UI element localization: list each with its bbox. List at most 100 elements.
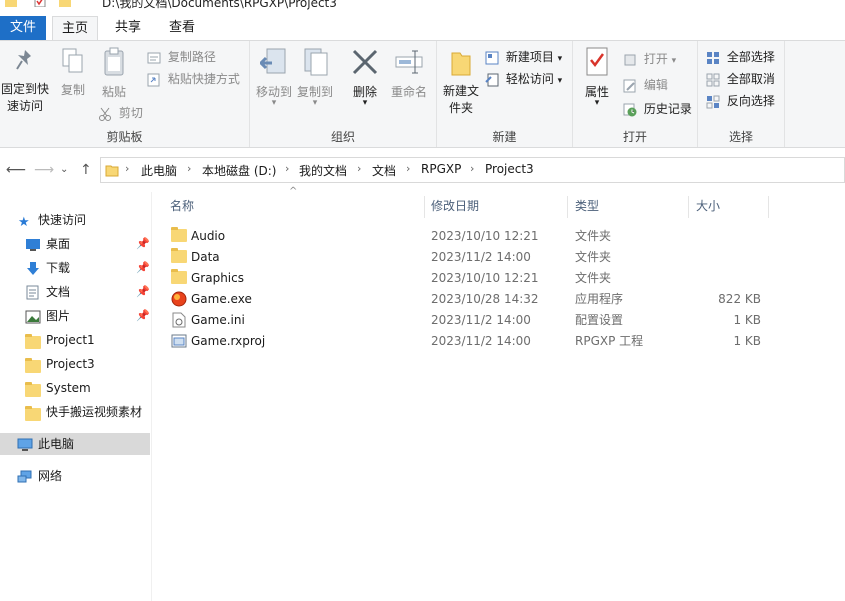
edit-button[interactable]: 编辑 bbox=[623, 75, 668, 95]
file-row[interactable]: Audio 2023/10/10 12:21 文件夹 bbox=[164, 226, 774, 247]
breadcrumb-documents[interactable]: 文档 bbox=[372, 162, 396, 179]
tab-file[interactable]: 文件 bbox=[0, 16, 46, 40]
breadcrumb-separator[interactable]: › bbox=[187, 162, 191, 175]
column-divider[interactable] bbox=[768, 196, 769, 218]
organize-group-label: 组织 bbox=[330, 130, 355, 144]
move-to-dropdown-icon: ▾ bbox=[271, 98, 277, 108]
rename-button[interactable]: 重命名 bbox=[387, 47, 431, 100]
network-icon bbox=[17, 469, 33, 491]
open-group: 属性 ▾ 打开 ▾ 编辑 历史记录 打开 bbox=[573, 41, 698, 147]
breadcrumb-separator[interactable]: › bbox=[357, 162, 361, 175]
column-divider[interactable] bbox=[424, 196, 425, 218]
delete-button[interactable]: 删除 ▾ bbox=[348, 47, 382, 108]
history-icon bbox=[623, 103, 637, 116]
clipboard-group-label: 剪贴板 bbox=[106, 130, 143, 144]
nav-item-pictures[interactable]: 图片 📌 bbox=[0, 305, 150, 327]
up-arrow-icon[interactable]: ↑ bbox=[80, 162, 92, 178]
nav-network[interactable]: 网络 bbox=[0, 465, 150, 487]
nav-item-project1[interactable]: Project1 bbox=[0, 329, 150, 351]
chevron-down-icon[interactable]: ▾ bbox=[78, 0, 83, 3]
nav-item-label: Project3 bbox=[46, 357, 95, 371]
move-to-button[interactable]: 移动到 ▾ bbox=[254, 47, 294, 108]
new-folder-quick-icon[interactable] bbox=[58, 0, 72, 7]
rename-icon bbox=[395, 50, 423, 74]
clipboard-group: 固定到快速访问 复制 粘贴 复制路径 粘贴快捷方式 剪切 剪贴板 bbox=[0, 41, 250, 147]
nav-item-label: 图片 bbox=[46, 309, 71, 323]
copy-path-button[interactable]: 复制路径 bbox=[147, 47, 216, 67]
file-date: 2023/10/10 12:21 bbox=[431, 229, 539, 243]
tab-share[interactable]: 共享 bbox=[106, 16, 150, 40]
address-bar[interactable]: › 此电脑 › 本地磁盘 (D:) › 我的文档 › 文档 › RPGXP › … bbox=[100, 157, 845, 183]
new-item-button[interactable]: 新建项目 ▾ bbox=[485, 47, 562, 67]
breadcrumb-separator[interactable]: › bbox=[470, 162, 474, 175]
breadcrumb-my-documents[interactable]: 我的文档 bbox=[299, 162, 347, 179]
file-row[interactable]: Game.ini 2023/11/2 14:00 配置设置 1 KB bbox=[164, 310, 774, 331]
tab-view[interactable]: 查看 bbox=[160, 16, 204, 40]
pin-icon[interactable]: 📌 bbox=[136, 257, 150, 279]
pin-icon[interactable]: 📌 bbox=[136, 281, 150, 303]
invert-selection-button[interactable]: 反向选择 bbox=[706, 91, 775, 111]
new-group-label: 新建 bbox=[492, 130, 517, 144]
file-size: 1 KB bbox=[733, 313, 761, 327]
nav-item-documents[interactable]: 文档 📌 bbox=[0, 281, 150, 303]
paste-button[interactable]: 粘贴 bbox=[97, 47, 131, 100]
history-button[interactable]: 历史记录 bbox=[623, 99, 692, 119]
breadcrumb-drive-d[interactable]: 本地磁盘 (D:) bbox=[202, 162, 276, 179]
file-row[interactable]: Game.exe 2023/10/28 14:32 应用程序 822 KB bbox=[164, 289, 774, 310]
recent-locations-chevron-icon[interactable]: ⌄ bbox=[60, 164, 68, 175]
select-all-button[interactable]: 全部选择 bbox=[706, 47, 775, 67]
nav-item-project3[interactable]: Project3 bbox=[0, 353, 150, 375]
nav-item-kuaishou[interactable]: 快手搬运视频素材 bbox=[0, 401, 150, 423]
file-row[interactable]: Data 2023/11/2 14:00 文件夹 bbox=[164, 247, 774, 268]
project-file-icon bbox=[171, 333, 187, 356]
nav-quick-access[interactable]: ★ 快速访问 bbox=[0, 209, 150, 231]
file-type: 配置设置 bbox=[575, 313, 624, 327]
pin-quick-access-button[interactable]: 固定到快速访问 bbox=[0, 47, 50, 115]
forward-arrow-icon[interactable]: ⟶ bbox=[34, 162, 54, 178]
properties-check-icon[interactable] bbox=[34, 0, 46, 8]
breadcrumb-project3[interactable]: Project3 bbox=[485, 162, 534, 176]
new-folder-button[interactable]: 新建文件夹 bbox=[439, 47, 483, 117]
column-header-size[interactable]: 大小 bbox=[696, 192, 768, 220]
nav-item-desktop[interactable]: 桌面 📌 bbox=[0, 233, 150, 255]
breadcrumb-separator[interactable]: › bbox=[285, 162, 289, 175]
cut-button[interactable]: 剪切 bbox=[98, 103, 143, 123]
open-button[interactable]: 打开 ▾ bbox=[623, 49, 676, 69]
breadcrumb-separator[interactable]: › bbox=[125, 162, 129, 175]
copy-button[interactable]: 复制 bbox=[57, 47, 89, 98]
new-item-icon bbox=[485, 51, 499, 64]
pin-icon[interactable]: 📌 bbox=[136, 233, 150, 255]
file-name: Data bbox=[191, 250, 220, 264]
title-bar: ▾ D:\我的文档\Documents\RPGXP\Project3 bbox=[0, 0, 845, 12]
column-header-date[interactable]: 修改日期 bbox=[431, 192, 567, 220]
file-name: Game.rxproj bbox=[191, 334, 266, 348]
new-folder-label: 新建文件夹 bbox=[442, 84, 479, 115]
copy-to-button[interactable]: 复制到 ▾ bbox=[295, 47, 335, 108]
paste-shortcut-button[interactable]: 粘贴快捷方式 bbox=[147, 69, 240, 89]
breadcrumb-separator[interactable]: › bbox=[406, 162, 410, 175]
breadcrumb-rpgxp[interactable]: RPGXP bbox=[421, 162, 461, 176]
file-row[interactable]: Graphics 2023/10/10 12:21 文件夹 bbox=[164, 268, 774, 289]
paste-label: 粘贴 bbox=[101, 85, 126, 99]
breadcrumb-this-pc[interactable]: 此电脑 bbox=[141, 162, 177, 179]
tab-home[interactable]: 主页 bbox=[52, 16, 98, 41]
easy-access-button[interactable]: 轻松访问 ▾ bbox=[485, 69, 562, 89]
open-group-label: 打开 bbox=[622, 130, 647, 144]
column-divider[interactable] bbox=[688, 196, 689, 218]
back-arrow-icon[interactable]: ⟵ bbox=[6, 162, 26, 178]
column-header-type[interactable]: 类型 bbox=[575, 192, 688, 220]
properties-icon bbox=[586, 47, 608, 76]
file-size: 1 KB bbox=[733, 334, 761, 348]
column-divider[interactable] bbox=[567, 196, 568, 218]
select-none-button[interactable]: 全部取消 bbox=[706, 69, 775, 89]
properties-button[interactable]: 属性 ▾ bbox=[579, 47, 615, 108]
nav-item-downloads[interactable]: 下载 📌 bbox=[0, 257, 150, 279]
nav-item-label: 下载 bbox=[46, 261, 71, 275]
pin-icon[interactable]: 📌 bbox=[136, 305, 150, 327]
column-header-name[interactable]: 名称 bbox=[170, 192, 424, 220]
nav-this-pc[interactable]: 此电脑 bbox=[0, 433, 150, 455]
file-row[interactable]: Game.rxproj 2023/11/2 14:00 RPGXP 工程 1 K… bbox=[164, 331, 774, 352]
new-group: 新建文件夹 新建项目 ▾ 轻松访问 ▾ 新建 bbox=[437, 41, 573, 147]
nav-item-system[interactable]: System bbox=[0, 377, 150, 399]
clipboard-icon bbox=[104, 47, 124, 76]
